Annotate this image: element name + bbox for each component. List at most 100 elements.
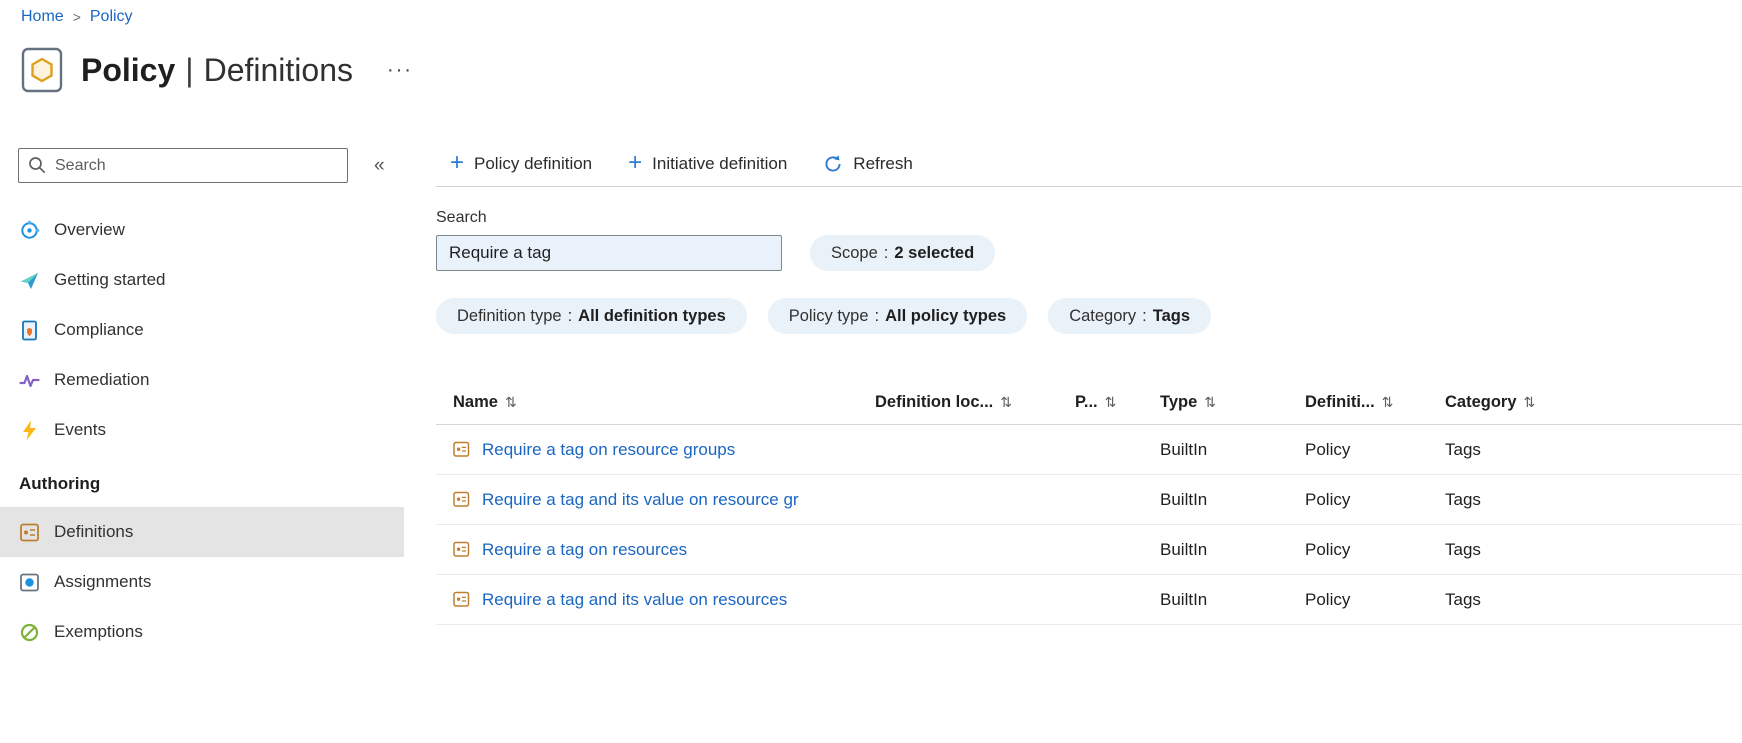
category-cell: Tags bbox=[1445, 439, 1481, 459]
refresh-icon bbox=[823, 154, 843, 174]
sidebar-item-definitions[interactable]: Definitions bbox=[0, 507, 404, 557]
definitions-icon bbox=[19, 522, 40, 543]
sidebar-search-input[interactable] bbox=[18, 148, 348, 183]
filter-row-2: Definition type: All definition types Pol… bbox=[436, 298, 1742, 334]
table-header: Name ⇅ Definition loc... ⇅ P... ⇅ Type ⇅… bbox=[436, 380, 1742, 425]
sidebar-item-label: Assignments bbox=[54, 572, 152, 591]
column-label: Definition loc... bbox=[875, 392, 994, 411]
refresh-button-label: Refresh bbox=[853, 154, 913, 173]
table-row: Require a tag and its value on resource … bbox=[436, 475, 1742, 525]
name-cell: Require a tag on resources bbox=[436, 540, 875, 560]
pill-value: All policy types bbox=[885, 306, 1007, 325]
policy-definition-button[interactable]: + Policy definition bbox=[450, 149, 593, 176]
search-filter-label: Search bbox=[436, 209, 487, 226]
sidebar-search-row: « bbox=[0, 148, 404, 183]
name-cell: Require a tag and its value on resources bbox=[436, 590, 875, 610]
pill-value: 2 selected bbox=[894, 243, 975, 262]
definition-link[interactable]: Require a tag and its value on resource … bbox=[482, 490, 799, 510]
policy-definition-icon bbox=[453, 491, 470, 508]
column-label: Name bbox=[453, 392, 498, 411]
policy-definition-button-label: Policy definition bbox=[474, 154, 593, 173]
overview-icon bbox=[19, 220, 40, 241]
column-header-definition-type[interactable]: Definiti... ⇅ bbox=[1305, 393, 1445, 412]
column-label: P... bbox=[1075, 392, 1098, 411]
sidebar-item-exemptions[interactable]: Exemptions bbox=[0, 607, 404, 657]
sort-icon: ⇅ bbox=[1000, 393, 1012, 410]
sort-icon: ⇅ bbox=[1523, 393, 1536, 410]
breadcrumb: Home > Policy bbox=[21, 8, 133, 26]
pill-name: Scope bbox=[831, 243, 878, 262]
policy-definition-icon bbox=[453, 441, 470, 458]
name-cell: Require a tag on resource groups bbox=[436, 440, 875, 460]
events-icon bbox=[19, 420, 40, 441]
table-row: Require a tag on resources BuiltIn Polic… bbox=[436, 525, 1742, 575]
sidebar-section-authoring: Authoring bbox=[19, 474, 101, 493]
filter-search-input[interactable] bbox=[436, 235, 782, 271]
pill-value: Tags bbox=[1152, 306, 1191, 325]
refresh-button[interactable]: Refresh bbox=[823, 154, 913, 174]
sort-icon: ⇅ bbox=[1381, 393, 1394, 410]
sidebar-nav: Overview Getting started Compliance Reme… bbox=[0, 205, 404, 657]
definition-link[interactable]: Require a tag and its value on resources bbox=[482, 590, 787, 610]
sidebar-item-remediation[interactable]: Remediation bbox=[0, 355, 404, 405]
pill-separator: : bbox=[567, 306, 573, 325]
sidebar-item-events[interactable]: Events bbox=[0, 405, 404, 455]
sidebar-item-label: Compliance bbox=[54, 320, 144, 339]
sidebar-item-label: Events bbox=[54, 420, 106, 439]
category-filter-pill[interactable]: Category: Tags bbox=[1048, 298, 1212, 334]
breadcrumb-link-home[interactable]: Home bbox=[21, 8, 64, 26]
plus-icon: + bbox=[450, 149, 465, 176]
type-cell: BuiltIn bbox=[1160, 489, 1208, 509]
policy-type-filter-pill[interactable]: Policy type: All policy types bbox=[767, 298, 1028, 334]
column-header-definition-location[interactable]: Definition loc... ⇅ bbox=[875, 393, 1075, 412]
definition-type-cell: Policy bbox=[1305, 439, 1351, 459]
column-header-category[interactable]: Category ⇅ bbox=[1445, 393, 1742, 412]
sidebar-item-assignments[interactable]: Assignments bbox=[0, 557, 404, 607]
pill-value: All definition types bbox=[578, 306, 726, 325]
sidebar-collapse-button[interactable]: « bbox=[370, 153, 389, 179]
more-button[interactable]: ··· bbox=[383, 56, 417, 84]
column-header-name[interactable]: Name ⇅ bbox=[436, 393, 875, 412]
exemptions-icon bbox=[19, 622, 40, 643]
policy-definition-icon bbox=[453, 541, 470, 558]
scope-filter-pill[interactable]: Scope:2 selected bbox=[810, 235, 996, 271]
sidebar: « Overview Getting started bbox=[0, 148, 404, 743]
sidebar-item-overview[interactable]: Overview bbox=[0, 205, 404, 255]
pill-name: Policy type bbox=[788, 306, 869, 325]
definitions-table: Name ⇅ Definition loc... ⇅ P... ⇅ Type ⇅… bbox=[436, 380, 1742, 625]
page-header: Policy | Definitions ··· bbox=[21, 47, 417, 93]
filters-section: Search Scope:2 selected Definition type:… bbox=[436, 209, 1742, 334]
type-cell: BuiltIn bbox=[1160, 589, 1208, 609]
name-cell: Require a tag and its value on resource … bbox=[436, 490, 875, 510]
type-cell: BuiltIn bbox=[1160, 539, 1208, 559]
sidebar-item-label: Getting started bbox=[54, 270, 166, 289]
column-header-type[interactable]: Type ⇅ bbox=[1160, 393, 1305, 412]
page-title-primary: Policy bbox=[81, 51, 176, 88]
remediation-icon bbox=[19, 370, 40, 391]
sidebar-item-compliance[interactable]: Compliance bbox=[0, 305, 404, 355]
column-label: Category bbox=[1445, 392, 1517, 411]
sidebar-search[interactable] bbox=[18, 148, 348, 183]
definition-link[interactable]: Require a tag on resources bbox=[482, 540, 687, 560]
breadcrumb-link-policy[interactable]: Policy bbox=[90, 8, 133, 26]
sort-icon: ⇅ bbox=[1204, 393, 1217, 410]
definition-link[interactable]: Require a tag on resource groups bbox=[482, 440, 735, 460]
definition-type-cell: Policy bbox=[1305, 589, 1351, 609]
search-icon bbox=[28, 156, 46, 174]
filter-row-1: Scope:2 selected bbox=[436, 235, 1742, 271]
sidebar-item-label: Exemptions bbox=[54, 622, 143, 641]
sidebar-item-label: Definitions bbox=[54, 522, 134, 541]
sidebar-item-getting-started[interactable]: Getting started bbox=[0, 255, 404, 305]
page-title: Policy | Definitions bbox=[81, 52, 353, 89]
initiative-definition-button[interactable]: + Initiative definition bbox=[628, 151, 787, 176]
assignments-icon bbox=[19, 572, 40, 593]
toolbar: + Policy definition + Initiative definit… bbox=[436, 142, 1742, 187]
category-cell: Tags bbox=[1445, 489, 1481, 509]
definition-type-filter-pill[interactable]: Definition type: All definition types bbox=[436, 298, 747, 334]
sort-icon: ⇅ bbox=[1104, 393, 1117, 410]
definition-type-cell: Policy bbox=[1305, 489, 1351, 509]
column-header-policies[interactable]: P... ⇅ bbox=[1075, 393, 1160, 412]
pill-separator: : bbox=[1142, 306, 1147, 325]
category-cell: Tags bbox=[1445, 539, 1481, 559]
pill-separator: : bbox=[874, 306, 880, 325]
